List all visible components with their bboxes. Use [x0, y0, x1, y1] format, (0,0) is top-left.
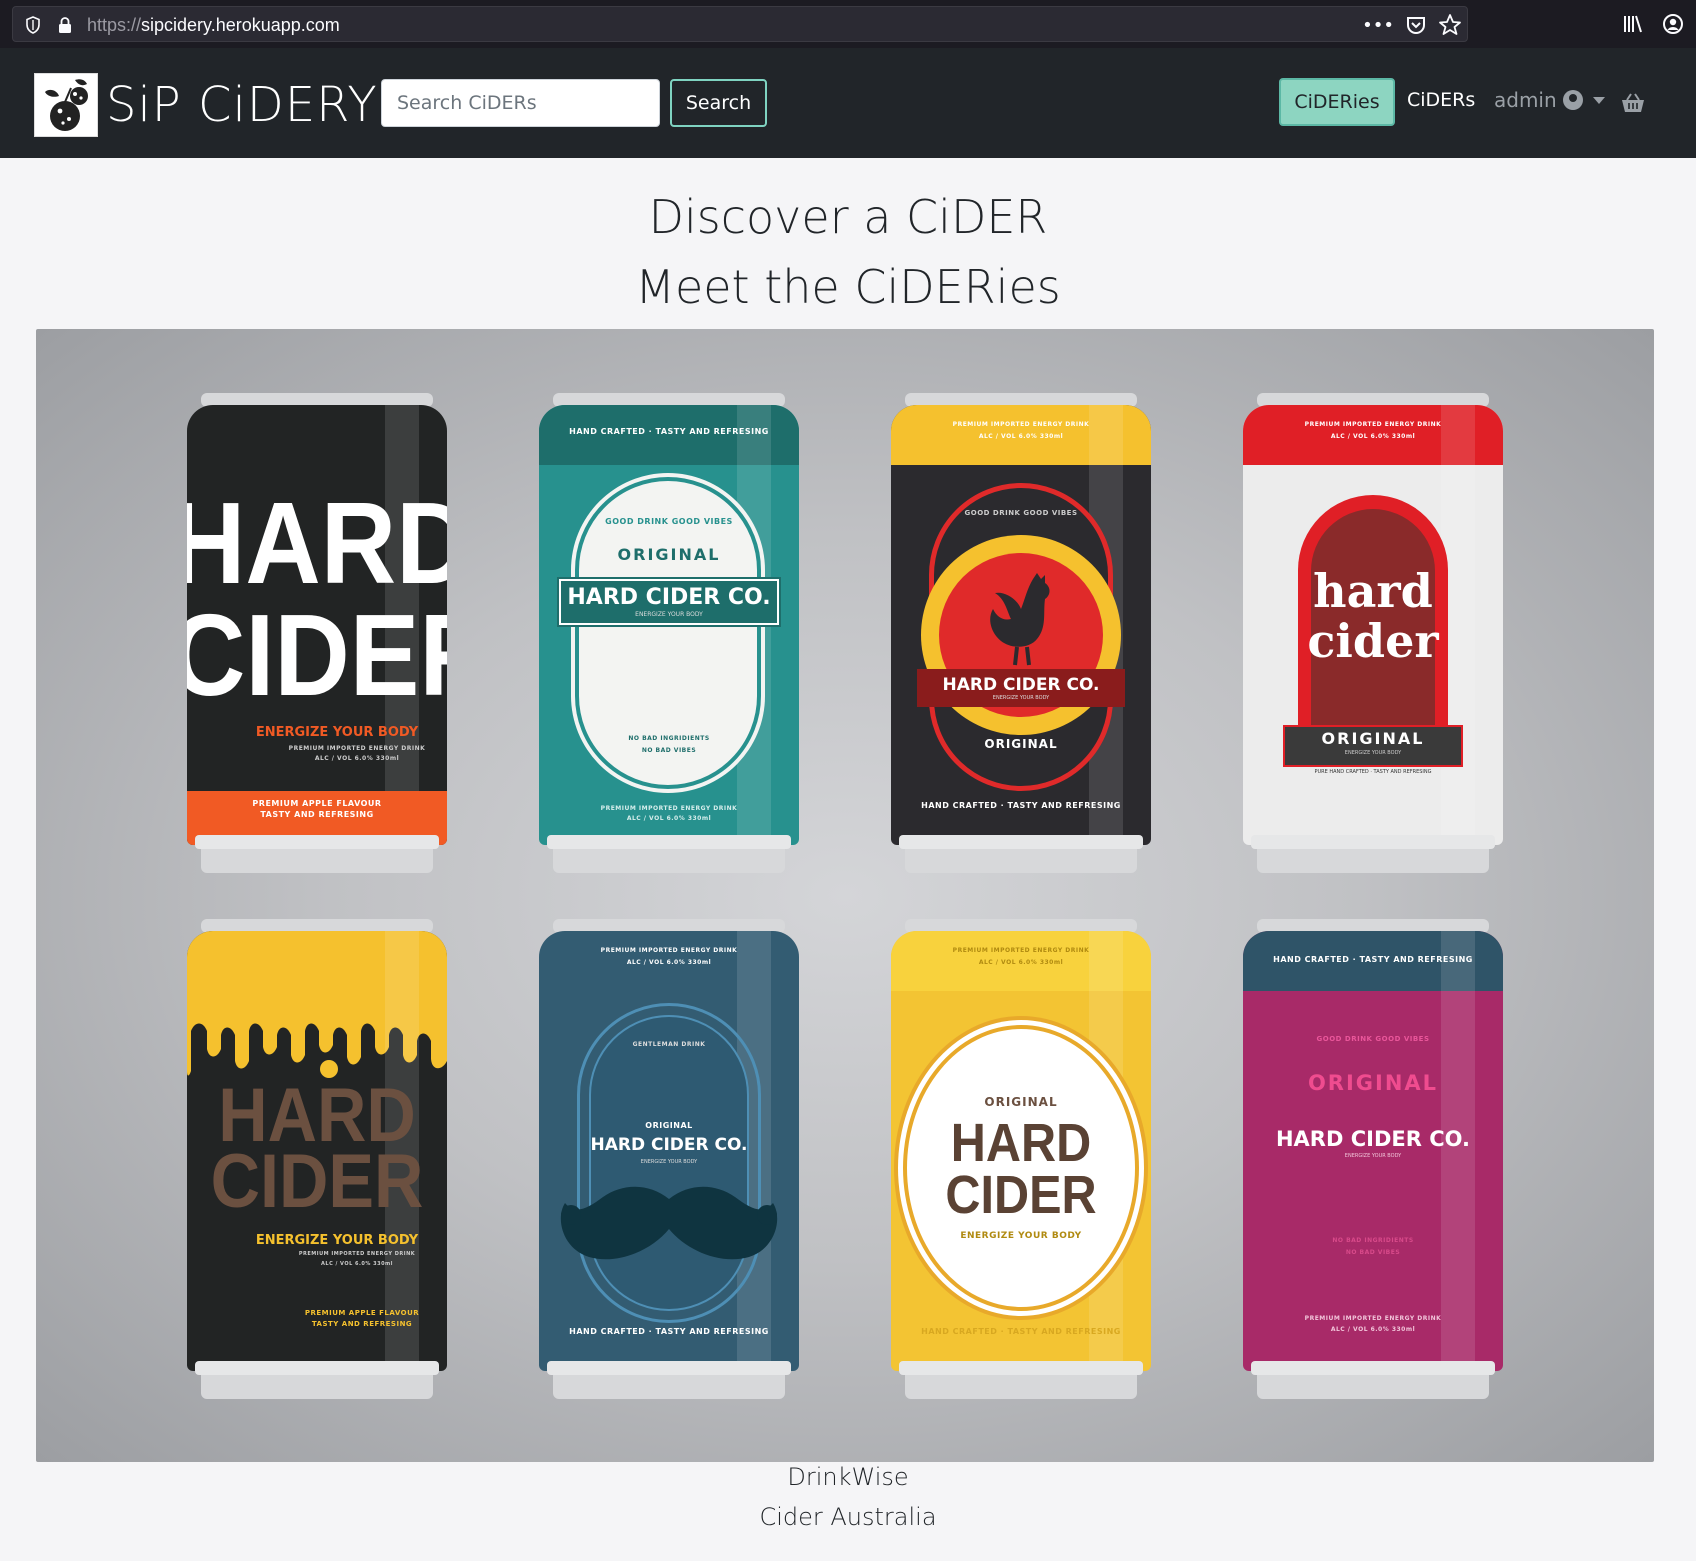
- can-text: ENERGIZE YOUR BODY: [992, 695, 1050, 701]
- url-protocol: https://: [87, 15, 142, 35]
- library-icon[interactable]: [1620, 12, 1646, 36]
- page-heading-discover: Discover a CiDER: [648, 190, 1048, 244]
- can-text: GENTLEMAN DRINK: [632, 1041, 706, 1048]
- can-text: CIDER: [945, 1165, 1097, 1225]
- can-text: ENERGIZE YOUR BODY: [635, 611, 703, 618]
- rooster-icon: [990, 573, 1050, 666]
- brand-name: SiP CiDERY: [106, 77, 378, 133]
- can-text: ALC / VOL 6.0% 330ml: [321, 1261, 393, 1267]
- cider-can-black: HARD CIDER ENERGIZE YOUR BODY PREMIUM IM…: [187, 393, 447, 873]
- can-text: NO BAD VIBES: [1345, 1249, 1401, 1256]
- can-text: cider: [1307, 614, 1439, 668]
- page-heading-meet: Meet the CiDERies: [635, 260, 1061, 314]
- cider-can-yellow-drip: HARD CIDER ENERGIZE YOUR BODY PREMIUM IM…: [187, 919, 447, 1399]
- can-text: HAND CRAFTED · TASTY AND REFRESING: [1273, 955, 1473, 964]
- can-text: PREMIUM IMPORTED ENERGY DRINK: [600, 947, 738, 954]
- nav-cideries-link[interactable]: CiDERies: [1279, 78, 1395, 126]
- can-text: PREMIUM IMPORTED ENERGY DRINK: [952, 947, 1090, 954]
- can-text: PREMIUM IMPORTED ENERGY DRINK: [600, 805, 738, 812]
- can-text: ORIGINAL: [617, 545, 721, 564]
- browser-toolbar: https://sipcidery.herokuapp.com •••: [0, 0, 1696, 48]
- cider-can-teal: HAND CRAFTED · TASTY AND REFRESING GOOD …: [539, 393, 799, 873]
- can-text: PREMIUM APPLE FLAVOUR: [304, 1309, 420, 1317]
- more-icon[interactable]: •••: [1362, 13, 1394, 37]
- can-text: PREMIUM APPLE FLAVOUR: [252, 799, 382, 808]
- can-text: CIDER: [187, 590, 447, 720]
- shopping-basket-icon[interactable]: [1620, 92, 1646, 114]
- can-text: PREMIUM IMPORTED ENERGY DRINK: [952, 421, 1090, 428]
- url-text[interactable]: https://sipcidery.herokuapp.com: [87, 15, 340, 36]
- hero-cans-image: HARD CIDER ENERGIZE YOUR BODY PREMIUM IM…: [36, 329, 1654, 1462]
- admin-dropdown[interactable]: admin: [1494, 88, 1605, 112]
- can-text: ORIGINAL: [984, 737, 1058, 751]
- can-text: TASTY AND REFRESING: [260, 810, 374, 819]
- can-text: NO BAD INGRIDIENTS: [628, 735, 710, 742]
- can-text: GOOD DRINK GOOD VIBES: [1316, 1035, 1430, 1043]
- can-text: ORIGINAL: [984, 1095, 1058, 1109]
- mustache-icon: [560, 1186, 778, 1260]
- cider-can-mustache: PREMIUM IMPORTED ENERGY DRINK ALC / VOL …: [539, 919, 799, 1399]
- can-text: ALC / VOL 6.0% 330ml: [1330, 433, 1416, 440]
- can-text: HARD: [950, 1113, 1092, 1173]
- can-text: ORIGINAL: [1307, 1071, 1439, 1095]
- can-text: GOOD DRINK GOOD VIBES: [964, 509, 1078, 517]
- can-text: PREMIUM IMPORTED ENERGY DRINK: [298, 1251, 416, 1257]
- apple-logo-icon: [34, 73, 98, 137]
- can-text: NO BAD INGRIDIENTS: [1332, 1237, 1414, 1244]
- search-input[interactable]: [381, 79, 660, 127]
- bookmark-star-icon[interactable]: [1437, 13, 1463, 37]
- can-text: ALC / VOL 6.0% 330ml: [978, 433, 1064, 440]
- search-button[interactable]: Search: [670, 79, 767, 127]
- account-icon[interactable]: [1660, 12, 1686, 36]
- shield-icon[interactable]: [25, 16, 41, 34]
- pocket-icon[interactable]: [1403, 13, 1429, 37]
- address-bar[interactable]: https://sipcidery.herokuapp.com •••: [12, 6, 1468, 42]
- can-text: PURE HAND CRAFTED · TASTY AND REFRESING: [1314, 769, 1432, 775]
- site-navbar: SiP CiDERY Search CiDERies CiDERs admin: [0, 48, 1696, 158]
- can-text: HAND CRAFTED · TASTY AND REFRESING: [921, 1327, 1121, 1336]
- can-text: ENERGIZE YOUR BODY: [255, 1233, 419, 1248]
- cider-can-magenta: HAND CRAFTED · TASTY AND REFRESING GOOD …: [1243, 919, 1503, 1399]
- can-text: HARD CIDER CO.: [1275, 1127, 1470, 1151]
- can-text: PREMIUM IMPORTED ENERGY DRINK: [1304, 421, 1442, 428]
- can-text: ENERGIZE YOUR BODY: [255, 725, 419, 740]
- can-text: HARD CIDER CO.: [942, 675, 1100, 695]
- footer-cider-australia: Cider Australia: [759, 1503, 937, 1531]
- can-text: PREMIUM IMPORTED ENERGY DRINK: [288, 745, 426, 752]
- lock-icon[interactable]: [57, 16, 73, 34]
- can-text: ENERGIZE YOUR BODY: [1344, 1153, 1402, 1159]
- brand-link[interactable]: SiP CiDERY: [34, 73, 378, 137]
- can-text: HAND CRAFTED · TASTY AND REFRESING: [921, 801, 1121, 810]
- can-text: ALC / VOL 6.0% 330ml: [314, 755, 400, 762]
- user-circle-icon: [1562, 90, 1583, 110]
- can-text: TASTY AND REFRESING: [311, 1320, 413, 1328]
- can-text: ORIGINAL: [645, 1121, 693, 1130]
- can-text: HAND CRAFTED · TASTY AND REFRESING: [569, 1327, 769, 1336]
- can-text: ALC / VOL 6.0% 330ml: [1330, 1326, 1416, 1333]
- cider-can-yellow-oval: PREMIUM IMPORTED ENERGY DRINK ALC / VOL …: [891, 919, 1151, 1399]
- can-text: HAND CRAFTED · TASTY AND REFRESING: [569, 427, 769, 436]
- caret-down-icon: [1592, 96, 1605, 104]
- cider-can-white-red: PREMIUM IMPORTED ENERGY DRINK ALC / VOL …: [1243, 393, 1503, 873]
- can-text: ENERGIZE YOUR BODY: [640, 1159, 698, 1165]
- can-text: ALC / VOL 6.0% 330ml: [978, 959, 1064, 966]
- can-text: ALC / VOL 6.0% 330ml: [626, 815, 712, 822]
- cider-can-rooster: PREMIUM IMPORTED ENERGY DRINK ALC / VOL …: [891, 393, 1151, 873]
- can-text: ENERGIZE YOUR BODY: [1344, 750, 1402, 756]
- can-text: ORIGINAL: [1321, 729, 1425, 748]
- can-text: CIDER: [210, 1139, 424, 1224]
- can-text: NO BAD VIBES: [641, 747, 697, 754]
- nav-ciders-link[interactable]: CiDERs: [1407, 89, 1475, 111]
- footer-drinkwise: DrinkWise: [787, 1463, 909, 1491]
- can-text: HARD: [187, 478, 447, 608]
- can-text: PREMIUM IMPORTED ENERGY DRINK: [1304, 1315, 1442, 1322]
- can-text: ENERGIZE YOUR BODY: [960, 1231, 1082, 1241]
- can-text: HARD CIDER CO.: [567, 585, 771, 610]
- can-text: GOOD DRINK GOOD VIBES: [605, 517, 733, 526]
- url-host: sipcidery.herokuapp.com: [141, 15, 340, 35]
- admin-label: admin: [1494, 88, 1557, 112]
- can-text: hard: [1313, 564, 1433, 618]
- can-text: HARD CIDER CO.: [590, 1135, 748, 1155]
- can-text: ALC / VOL 6.0% 330ml: [626, 959, 712, 966]
